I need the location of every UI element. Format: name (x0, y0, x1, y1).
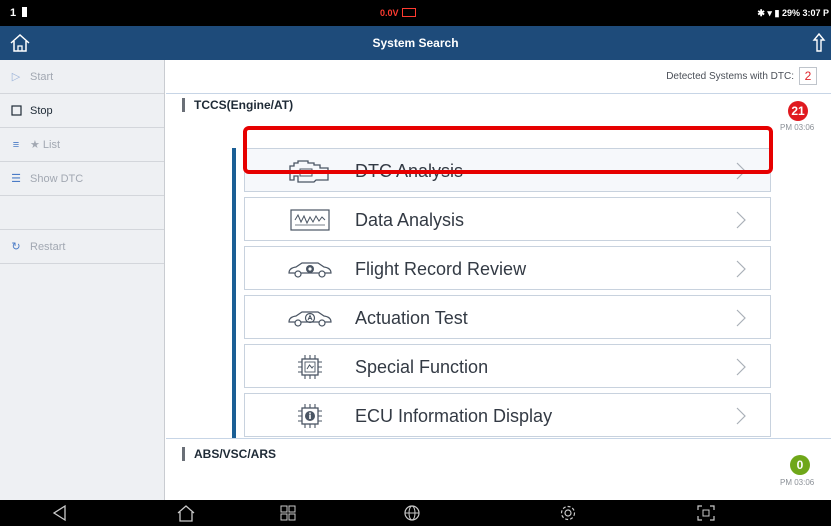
play-icon: ▷ (11, 71, 21, 83)
title-bar: System Search (0, 26, 831, 60)
battery-icon: ▮ (774, 8, 780, 18)
car-actuation-icon (285, 304, 335, 332)
dtc-count-badge: 0 (790, 455, 810, 475)
menu-label: Special Function (355, 357, 489, 377)
system-label-tccs[interactable]: TCCS(Engine/AT) (182, 98, 293, 112)
chevron-right-icon (736, 358, 746, 376)
vehicle-voltage: 0.0V (380, 8, 416, 18)
sidebar: ▷ Start Stop ≡ ★ List ☰ Show DTC ↻ Resta… (0, 60, 165, 500)
chevron-right-icon (736, 211, 746, 229)
detected-bar: Detected Systems with DTC: 2 (166, 60, 831, 94)
sidebar-item-start[interactable]: ▷ Start (0, 60, 164, 94)
list-icon: ≡ (12, 138, 20, 151)
menu-label: Actuation Test (355, 308, 468, 328)
chip-function-icon (285, 353, 335, 381)
sidebar-item-stop[interactable]: Stop (0, 94, 164, 128)
chip-info-icon (285, 402, 335, 430)
restart-icon: ↻ (11, 241, 21, 253)
battery-small-icon (22, 7, 28, 17)
sidebar-item-empty (0, 196, 164, 230)
dtc-count-badge: 21 (788, 101, 808, 121)
chevron-right-icon (736, 260, 746, 278)
special-function-button[interactable]: Special Function (244, 344, 771, 388)
sidebar-item-label: ★ List (30, 139, 61, 151)
home-icon[interactable] (176, 504, 196, 522)
detected-count: 2 (799, 67, 817, 85)
upload-indicator: 1 (10, 7, 17, 19)
apps-grid-icon[interactable] (278, 504, 298, 522)
nav-bar (0, 500, 831, 526)
ecu-information-display-button[interactable]: ECU Information Display (244, 393, 771, 437)
car-battery-icon (401, 8, 416, 17)
screenshot-icon[interactable] (696, 504, 716, 522)
page-title: System Search (372, 36, 459, 50)
dtc-list-icon: ☰ (11, 173, 21, 185)
detected-label: Detected Systems with DTC: (666, 70, 794, 82)
sidebar-item-label: Show DTC (30, 172, 84, 185)
sidebar-item-restart[interactable]: ↻ Restart (0, 230, 164, 264)
flight-record-review-button[interactable]: Flight Record Review (244, 246, 771, 290)
back-icon[interactable] (50, 504, 70, 522)
bluetooth-icon: ✱ (757, 8, 765, 18)
wifi-icon: ▾ (767, 8, 772, 18)
up-arrow-icon[interactable] (811, 31, 827, 53)
status-right: ✱ ▾ ▮ 29% 3:07 P (757, 8, 829, 19)
status-bar: 1 0.0V ✱ ▾ ▮ 29% 3:07 P (0, 0, 831, 26)
menu-label: Data Analysis (355, 210, 465, 230)
sidebar-item-label: Start (30, 70, 54, 83)
data-analysis-button[interactable]: Data Analysis (244, 197, 771, 241)
car-record-icon (285, 255, 335, 283)
chevron-right-icon (736, 309, 746, 327)
system-label-abs[interactable]: ABS/VSC/ARS (182, 447, 276, 461)
detected-systems: Detected Systems with DTC: 2 (666, 67, 817, 85)
sidebar-item-show-dtc[interactable]: ☰ Show DTC (0, 162, 164, 196)
sidebar-item-list[interactable]: ≡ ★ List (0, 128, 164, 162)
voltage-value: 0.0V (380, 8, 399, 18)
globe-icon[interactable] (402, 504, 422, 522)
clock: 3:07 P (802, 8, 829, 18)
system-time: PM 03:06 (780, 478, 815, 487)
settings-gear-icon[interactable] (558, 504, 578, 522)
stop-square-icon (9, 105, 23, 116)
sidebar-item-label: Stop (30, 104, 53, 117)
screen: 1 0.0V ✱ ▾ ▮ 29% 3:07 P System Search ▷ … (0, 0, 831, 526)
annotation-highlight-box (243, 126, 773, 174)
section-divider (166, 438, 831, 439)
sidebar-item-label: Restart (30, 240, 66, 253)
system-time: PM 03:06 (780, 123, 815, 132)
menu-label: Flight Record Review (355, 259, 527, 279)
status-left: 1 (10, 7, 28, 19)
menu-label: ECU Information Display (355, 406, 553, 426)
system-accent-bar (232, 148, 236, 438)
waveform-icon (285, 206, 335, 234)
battery-percent: 29% (781, 8, 800, 18)
chevron-right-icon (736, 407, 746, 425)
actuation-test-button[interactable]: Actuation Test (244, 295, 771, 339)
